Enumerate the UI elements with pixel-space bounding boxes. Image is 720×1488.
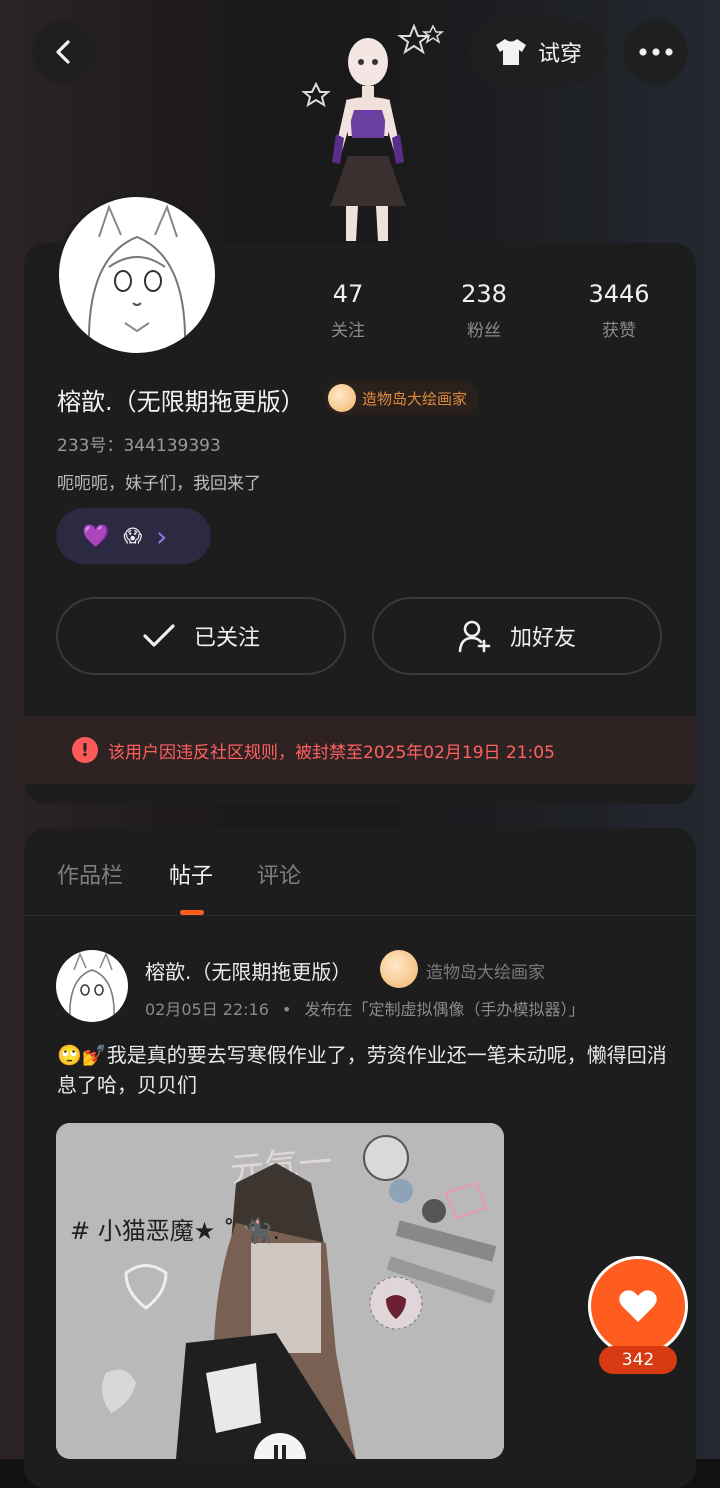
user-id: 233号：344139393: [57, 436, 221, 456]
stat-likes[interactable]: 3446 获赞: [559, 280, 679, 341]
stat-followers-label: 粉丝: [467, 321, 501, 341]
more-horizontal-icon: [639, 48, 673, 56]
stat-likes-value: 3446: [588, 280, 650, 308]
tab-works[interactable]: 作品栏: [57, 858, 123, 890]
tab-comments[interactable]: 评论: [257, 858, 301, 890]
try-on-label: 试穿: [537, 42, 582, 67]
like-button[interactable]: [588, 1256, 688, 1356]
post-image-caption: # 小猫恶魔★ ˚ 🐈‍⬛.: [70, 1217, 281, 1245]
try-on-button[interactable]: 试穿: [469, 20, 607, 84]
stat-followers[interactable]: 238 粉丝: [424, 280, 544, 341]
ban-notice-text: 该用户因违反社区规则，被封禁至2025年02月19日 21:05: [108, 742, 555, 763]
tshirt-icon: [495, 39, 526, 65]
post-author-avatar[interactable]: [56, 950, 128, 1022]
title-badge[interactable]: 造物岛大绘画家: [324, 381, 480, 415]
broken-heart-emoji-icon: 💜: [82, 523, 110, 549]
ban-notice: ! 该用户因违反社区规则，被封禁至2025年02月19日 21:05: [24, 716, 696, 784]
post-meta: 02月05日 22:16 • 发布在「定制虚拟偶像（手办模拟器）」: [145, 996, 585, 1020]
chevron-right-icon: ›: [156, 519, 168, 553]
stat-following-value: 47: [332, 280, 364, 308]
post-image-art: 元気一: [56, 1123, 504, 1459]
add-friend-button[interactable]: 加好友: [372, 597, 662, 675]
stat-following-label: 关注: [331, 321, 365, 341]
followed-label: 已关注: [193, 626, 260, 651]
avatar-sketch-small: [69, 951, 115, 1021]
post-date: 02月05日 22:16: [145, 1000, 269, 1019]
add-friend-label: 加好友: [509, 626, 576, 651]
followed-button[interactable]: 已关注: [56, 597, 346, 675]
tab-divider: [24, 915, 696, 916]
checkmark-icon: [143, 624, 175, 647]
stat-followers-value: 238: [461, 280, 507, 308]
more-button[interactable]: [624, 20, 688, 84]
badge-avatar-icon: [328, 384, 356, 412]
heart-icon: [619, 1290, 657, 1322]
chevron-left-icon: [56, 40, 70, 64]
tab-posts[interactable]: 帖子: [169, 858, 213, 890]
post-channel-link[interactable]: 发布在「定制虚拟偶像（手办模拟器）」: [305, 1000, 585, 1019]
post-author-name[interactable]: 榕歆.（无限期拖更版）: [145, 956, 351, 985]
stat-likes-label: 获赞: [602, 321, 636, 341]
post-badge-avatar-icon: [380, 950, 418, 988]
post-author-badge: 造物岛大绘画家: [426, 963, 545, 983]
stat-following[interactable]: 47 关注: [288, 280, 408, 341]
avatar-3d-figure[interactable]: [276, 6, 456, 246]
post-image[interactable]: 元気一 # 小猫恶魔★ ˚ 🐈‍⬛.: [56, 1123, 504, 1459]
emoji-status-pill[interactable]: 💜 😱 ›: [56, 508, 211, 564]
badge-label: 造物岛大绘画家: [362, 389, 468, 408]
user-bio: 呃呃呃，妹子们，我回来了: [57, 474, 261, 494]
like-count: 342: [599, 1346, 677, 1374]
profile-avatar[interactable]: [56, 194, 218, 356]
avatar-sketch: [87, 204, 187, 348]
profile-name: 榕歆.（无限期拖更版）: [57, 388, 305, 416]
alert-icon: !: [72, 737, 98, 763]
scream-emoji-icon: 😱: [123, 525, 143, 547]
post-meta-separator: •: [282, 1000, 292, 1019]
back-button[interactable]: [32, 20, 96, 84]
add-user-icon: [458, 620, 491, 653]
post-text[interactable]: 🙄💅我是真的要去写寒假作业了，劳资作业还一笔未动呢，懒得回消息了哈，贝贝们: [57, 1040, 677, 1100]
